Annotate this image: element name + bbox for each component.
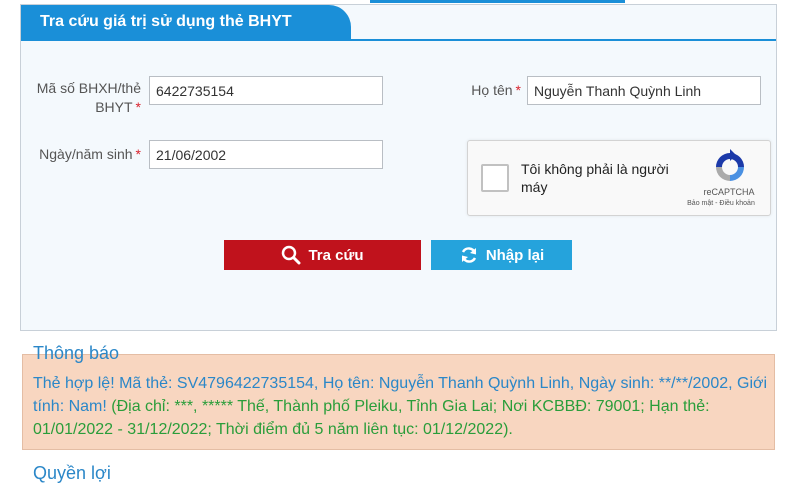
notice-detail-text: (Địa chỉ: ***, ***** Thế, Thành phố Plei… [33, 398, 710, 438]
panel-title: Tra cứu giá trị sử dụng thẻ BHYT [21, 5, 351, 40]
recaptcha-privacy-terms-links[interactable]: Bảo mật - Điều khoản [674, 200, 768, 207]
notice-message: Thẻ hợp lệ! Mã thẻ: SV4796422735154, Họ … [33, 372, 768, 441]
search-button[interactable]: Tra cứu [224, 240, 421, 270]
date-of-birth-input[interactable] [149, 140, 383, 169]
name-label: Họ tên * [441, 81, 521, 100]
full-name-input[interactable] [527, 76, 761, 105]
bhxh-label: Mã số BHXH/thẻ BHYT * [21, 79, 141, 117]
required-mark: * [135, 99, 141, 115]
recaptcha-checkbox[interactable] [481, 164, 509, 192]
recaptcha-logo-icon [716, 149, 744, 181]
notice-title: Thông báo [33, 343, 120, 363]
lookup-form-panel: Tra cứu giá trị sử dụng thẻ BHYT Mã số B… [20, 4, 777, 331]
search-button-label: Tra cứu [308, 246, 364, 264]
bhxh-number-input[interactable] [149, 76, 383, 105]
dob-label-text: Ngày/năm sinh [39, 146, 133, 162]
panel-title-underline [21, 39, 776, 41]
reset-button-label: Nhập lại [485, 246, 545, 264]
top-nav-accent [370, 0, 625, 3]
notice-box: Thẻ hợp lệ! Mã thẻ: SV4796422735154, Họ … [22, 354, 775, 450]
required-mark: * [135, 146, 141, 162]
dob-label: Ngày/năm sinh * [21, 145, 141, 164]
bhxh-label-text: Mã số BHXH/thẻ BHYT [36, 80, 141, 115]
recaptcha-label: Tôi không phải là người máy [521, 161, 669, 195]
benefits-section-title: Quyền lợi [33, 463, 111, 483]
name-label-text: Họ tên [471, 82, 513, 98]
refresh-icon [461, 247, 477, 263]
recaptcha-brand: reCAPTCHA [703, 187, 755, 197]
required-mark: * [515, 82, 521, 98]
recaptcha-widget: Tôi không phải là người máy reCAPTCHA Bả… [467, 140, 771, 216]
search-icon [282, 245, 301, 265]
reset-button[interactable]: Nhập lại [431, 240, 572, 270]
